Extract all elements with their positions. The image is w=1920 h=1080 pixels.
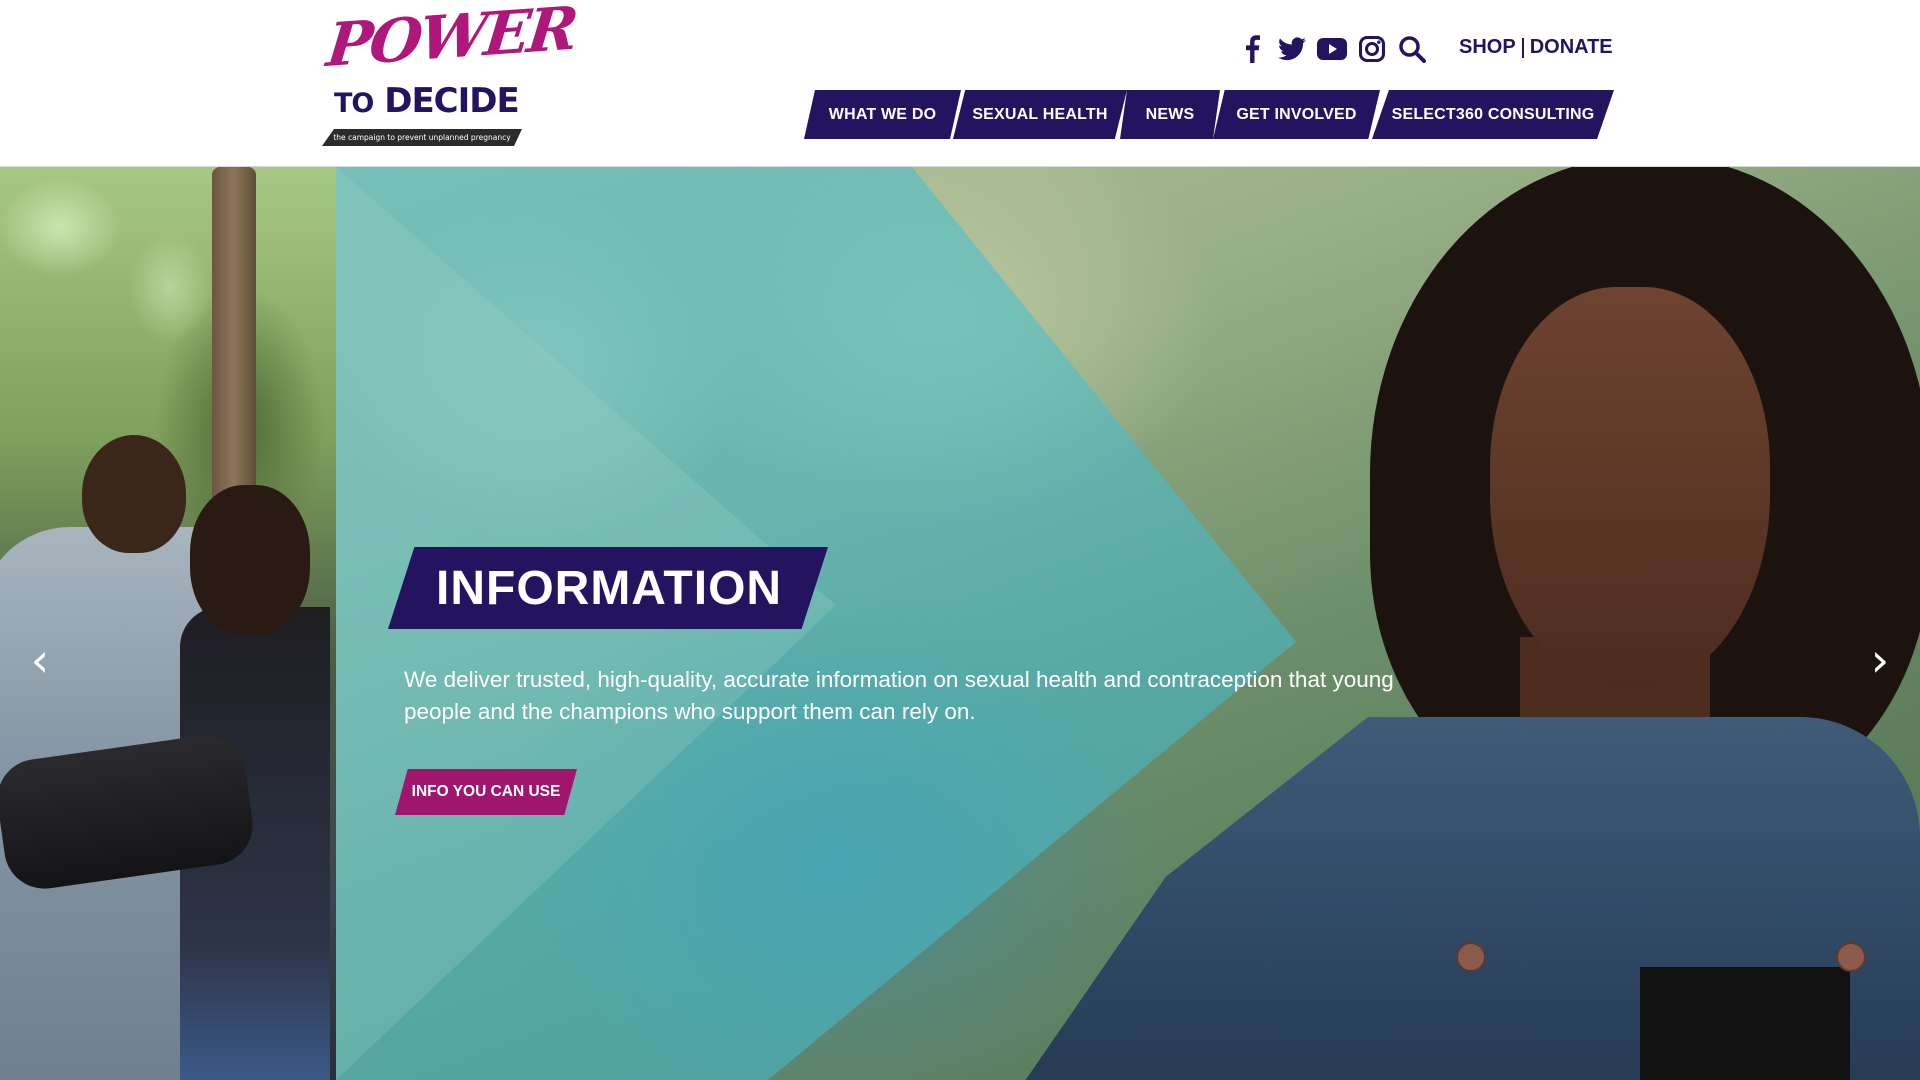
logo-to-text: TO [334,88,374,119]
dark-shirt [1640,967,1850,1080]
jacket-button [1836,942,1866,972]
utility-links: SHOP DONATE [1459,36,1613,59]
hero-carousel: INFORMATION We deliver trusted, high-qua… [0,167,1920,1080]
nav-item-select360-consulting[interactable]: SELECT360 CONSULTING [1372,90,1614,139]
shop-link[interactable]: SHOP [1459,36,1516,59]
carousel-prev-arrow[interactable]: ‹ [20,630,60,690]
nav-item-what-we-do[interactable]: WHAT WE DO [804,90,961,139]
logo-decide-word: DECIDE [384,81,519,121]
jacket-button [1456,942,1486,972]
nav-item-news[interactable]: NEWS [1120,90,1220,139]
carousel-next-arrow[interactable]: › [1860,630,1900,690]
portrait-face [1490,287,1770,687]
logo-tagline: the campaign to prevent unplanned pregna… [322,129,522,146]
info-you-can-use-button[interactable]: INFO YOU CAN USE [395,769,577,815]
power-to-decide-logo[interactable]: POWER TO DECIDE the campaign to prevent … [320,0,579,151]
man-head [82,435,186,553]
woman-head [190,485,310,635]
utility-divider [1521,37,1524,58]
youtube-icon[interactable] [1316,32,1348,66]
instagram-icon[interactable] [1356,32,1388,66]
nav-item-sexual-health[interactable]: SEXUAL HEALTH [953,90,1127,139]
logo-power-text: POWER [323,0,579,81]
nav-item-get-involved[interactable]: GET INVOLVED [1213,90,1380,139]
slide-title: INFORMATION [388,547,828,629]
search-icon[interactable] [1396,32,1428,66]
site-header: POWER TO DECIDE the campaign to prevent … [0,0,1920,167]
donate-link[interactable]: DONATE [1530,36,1613,59]
facebook-icon[interactable] [1236,32,1268,66]
logo-decide-text: TO DECIDE [334,81,520,121]
previous-slide-photo [0,167,336,1080]
twitter-icon[interactable] [1276,32,1308,66]
slide-description: We deliver trusted, high-quality, accura… [404,667,1394,724]
